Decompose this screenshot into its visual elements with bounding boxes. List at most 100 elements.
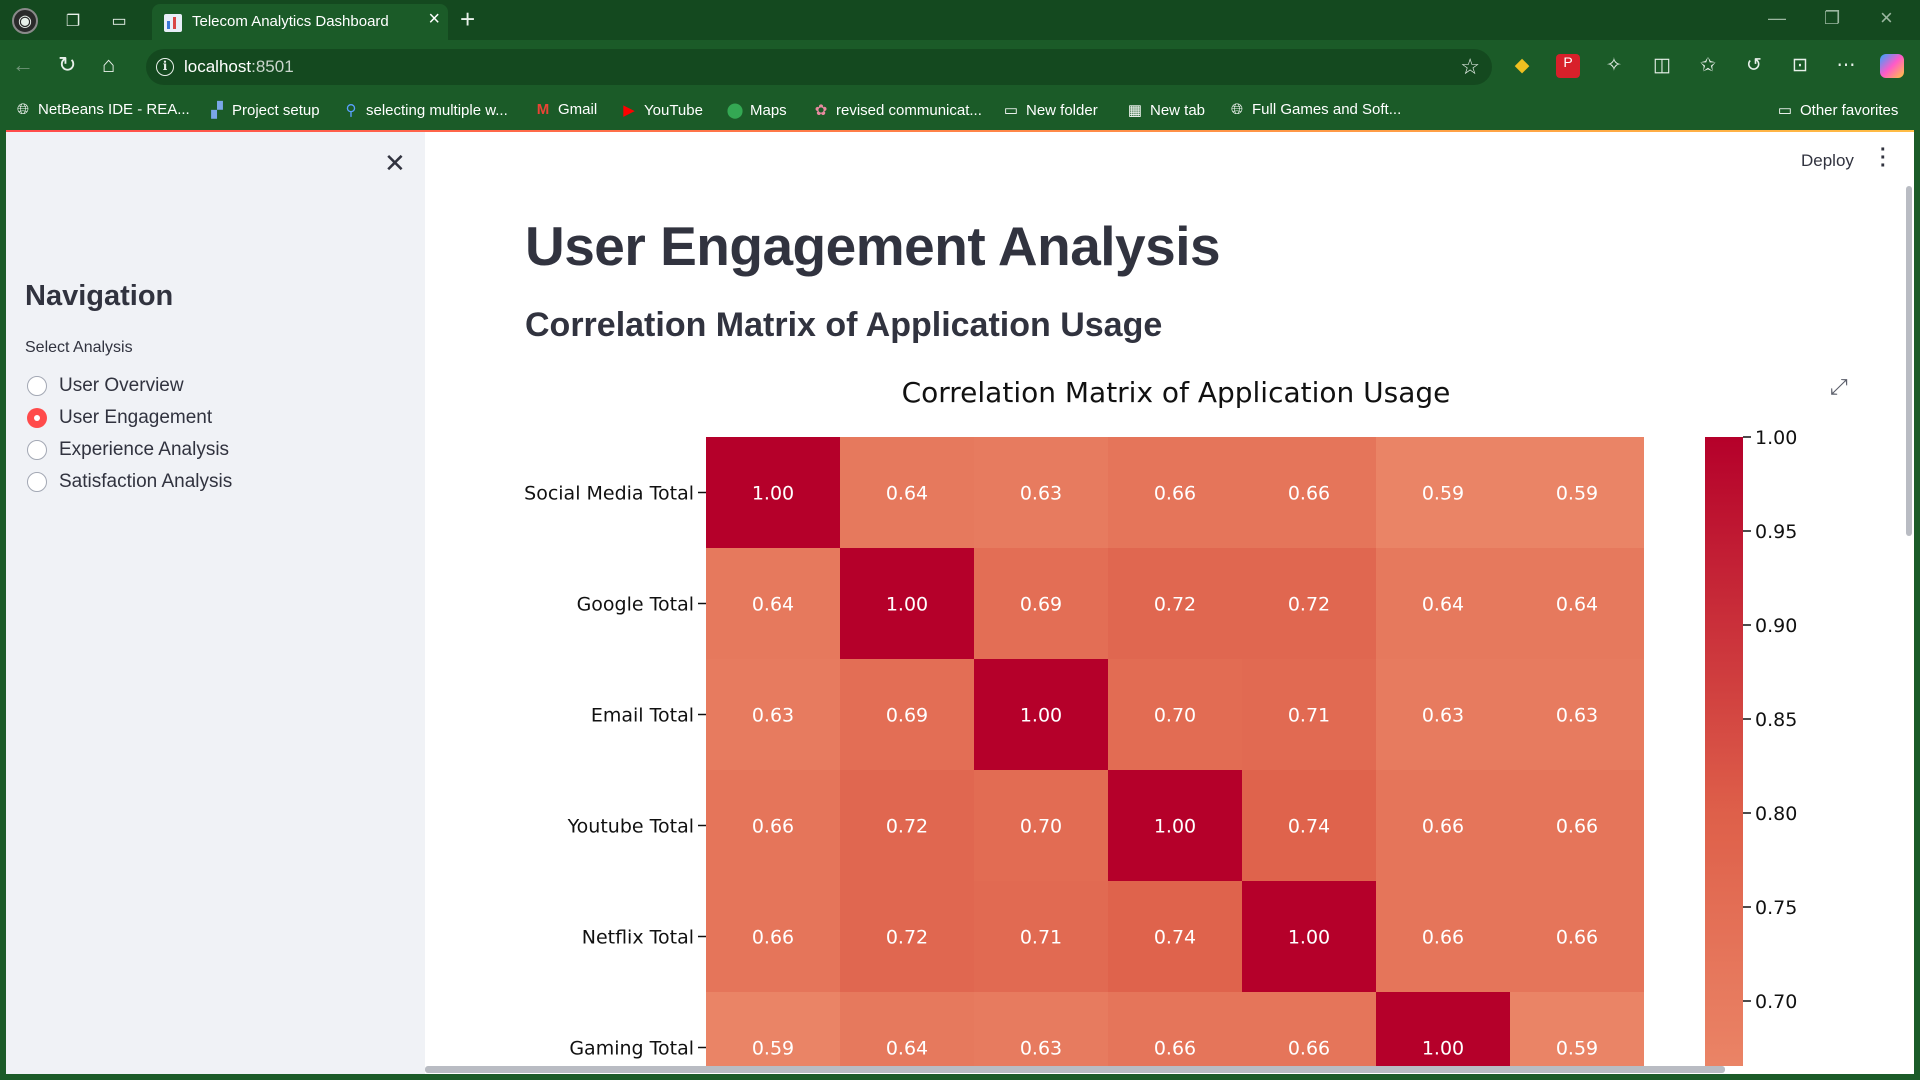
- extension-icon[interactable]: ◆: [1510, 54, 1534, 78]
- youtube-icon: ▶: [623, 102, 635, 119]
- row-label: Social Media Total: [524, 483, 694, 505]
- cell-value-label: 0.74: [1154, 927, 1196, 949]
- bookmark-new-tab[interactable]: ▦ New tab: [1126, 101, 1205, 119]
- tab-title: Telecom Analytics Dashboard: [192, 13, 389, 30]
- cell-value-label: 1.00: [1422, 1038, 1464, 1060]
- close-tab-icon[interactable]: ×: [428, 8, 440, 31]
- row-label: Gaming Total: [569, 1038, 694, 1060]
- row-label: Youtube Total: [567, 816, 694, 838]
- cell-value-label: 0.66: [1288, 1038, 1330, 1060]
- split-screen-icon[interactable]: ◫: [1650, 54, 1674, 78]
- reload-icon[interactable]: ↻: [58, 52, 76, 78]
- close-window-icon[interactable]: ×: [1880, 5, 1893, 31]
- radio-user-overview[interactable]: User Overview: [27, 373, 184, 399]
- bookmark-project-setup[interactable]: ▞ Project setup: [208, 101, 319, 119]
- cell-value-label: 0.71: [1020, 927, 1062, 949]
- cell-value-label: 0.72: [886, 927, 928, 949]
- row-label: Netflix Total: [582, 927, 694, 949]
- cell-value-label: 0.64: [886, 483, 928, 505]
- radio-button-selected-icon[interactable]: [27, 408, 47, 428]
- bookmark-maps[interactable]: ⬤ Maps: [726, 101, 787, 119]
- radio-button-icon[interactable]: [27, 376, 47, 396]
- row-label: Email Total: [591, 705, 694, 727]
- radio-satisfaction-analysis[interactable]: Satisfaction Analysis: [27, 469, 232, 495]
- radio-user-engagement[interactable]: User Engagement: [27, 405, 212, 431]
- colorbar-tick-label: 0.70: [1755, 991, 1797, 1013]
- vertical-scrollbar[interactable]: [1906, 186, 1912, 536]
- cell-value-label: 0.72: [1154, 594, 1196, 616]
- sidebar: [6, 132, 425, 1074]
- cell-value-label: 0.66: [752, 816, 794, 838]
- radio-button-icon[interactable]: [27, 440, 47, 460]
- colorbar-tick-label: 0.80: [1755, 803, 1797, 825]
- cell-value-label: 1.00: [752, 483, 794, 505]
- bookmark-gmail[interactable]: M Gmail: [534, 101, 597, 118]
- cell-value-label: 0.66: [1154, 1038, 1196, 1060]
- url-text[interactable]: localhost:8501: [184, 57, 294, 77]
- workspaces-icon[interactable]: ❐: [60, 8, 86, 34]
- close-sidebar-icon[interactable]: ✕: [384, 148, 406, 179]
- deploy-button[interactable]: Deploy: [1801, 151, 1854, 171]
- favorite-star-icon[interactable]: ☆: [1460, 54, 1480, 80]
- bookmark-netbeans[interactable]: 🌐︎ NetBeans IDE - REA...: [14, 101, 190, 118]
- bookmark-other-favorites[interactable]: ▭ Other favorites: [1776, 101, 1898, 119]
- cell-value-label: 0.66: [1154, 483, 1196, 505]
- extensions-icon[interactable]: ✧: [1602, 54, 1626, 78]
- cell-value-label: 0.64: [752, 594, 794, 616]
- favorites-icon[interactable]: ✩: [1696, 54, 1720, 78]
- section-title: Correlation Matrix of Application Usage: [525, 306, 1163, 344]
- colorbar-tick-label: 0.95: [1755, 521, 1797, 543]
- history-icon[interactable]: ↺: [1742, 54, 1766, 78]
- copilot-icon[interactable]: [1880, 54, 1904, 78]
- minimize-icon[interactable]: —: [1768, 8, 1786, 29]
- browser-title-bar: ◉ ❐ ▭ Telecom Analytics Dashboard × + — …: [0, 0, 1920, 40]
- back-icon[interactable]: ←: [12, 52, 34, 78]
- radio-label: User Overview: [59, 375, 184, 396]
- main-menu-icon[interactable]: · · ·: [1880, 140, 1887, 176]
- cell-value-label: 0.66: [1422, 927, 1464, 949]
- home-icon[interactable]: ⌂: [102, 52, 115, 78]
- radio-experience-analysis[interactable]: Experience Analysis: [27, 437, 229, 463]
- extension-red-icon[interactable]: P: [1556, 54, 1580, 78]
- colorbar-gradient: [1705, 437, 1743, 1066]
- globe-icon: 🌐︎: [16, 101, 29, 118]
- cell-value-label: 0.64: [1422, 594, 1464, 616]
- cell-value-label: 0.70: [1154, 705, 1196, 727]
- row-labels: Social Media Total Google Total Email Tota…: [524, 483, 706, 1060]
- settings-icon: ✿: [814, 102, 828, 119]
- new-tab-icon[interactable]: +: [460, 4, 475, 35]
- cell-value-label: 0.59: [752, 1038, 794, 1060]
- page-title: User Engagement Analysis: [525, 215, 1221, 277]
- folder-icon: ▭: [1003, 102, 1019, 119]
- cell-value-label: 0.66: [1422, 816, 1464, 838]
- site-info-icon[interactable]: i: [156, 58, 174, 76]
- tab-actions-icon[interactable]: ▭: [106, 8, 132, 34]
- radio-label: Satisfaction Analysis: [59, 471, 233, 492]
- browser-profile-icon[interactable]: ◉: [12, 8, 38, 34]
- active-tab[interactable]: Telecom Analytics Dashboard ×: [152, 4, 448, 40]
- cell-value-label: 0.59: [1422, 483, 1464, 505]
- cell-value-label: 0.72: [1288, 594, 1330, 616]
- screenshot-icon[interactable]: ⊡: [1788, 54, 1812, 78]
- cell-value-label: 0.63: [1020, 483, 1062, 505]
- bookmark-new-folder[interactable]: ▭ New folder: [1002, 101, 1098, 119]
- bookmark-selecting-multiple[interactable]: ⚲ selecting multiple w...: [342, 101, 508, 119]
- bookmark-revised-communication[interactable]: ✿ revised communicat...: [812, 101, 982, 119]
- cell-value-label: 0.72: [886, 816, 928, 838]
- radio-button-icon[interactable]: [27, 472, 47, 492]
- colorbar-tick-label: 0.75: [1755, 897, 1797, 919]
- cell-value-label: 1.00: [1154, 816, 1196, 838]
- horizontal-scrollbar[interactable]: [425, 1066, 1725, 1073]
- cell-value-label: 1.00: [1020, 705, 1062, 727]
- colorbar-tick-label: 0.90: [1755, 615, 1797, 637]
- bookmark-youtube[interactable]: ▶ YouTube: [620, 101, 703, 119]
- search-icon: ⚲: [345, 102, 357, 119]
- colorbar: 1.00 0.95 0.90 0.85 0.80 0.75 0.70: [1705, 427, 1797, 1066]
- bookmark-full-games[interactable]: 🌐︎ Full Games and Soft...: [1228, 101, 1401, 118]
- restore-icon[interactable]: ❐: [1824, 8, 1840, 29]
- globe-icon: 🌐︎: [1230, 101, 1243, 118]
- correlation-heatmap: Correlation Matrix of Application Usage …: [524, 376, 1797, 1066]
- maps-icon: ⬤: [726, 102, 744, 119]
- more-options-icon[interactable]: ⋯: [1834, 54, 1858, 78]
- address-bar[interactable]: i localhost:8501 ☆: [146, 49, 1492, 85]
